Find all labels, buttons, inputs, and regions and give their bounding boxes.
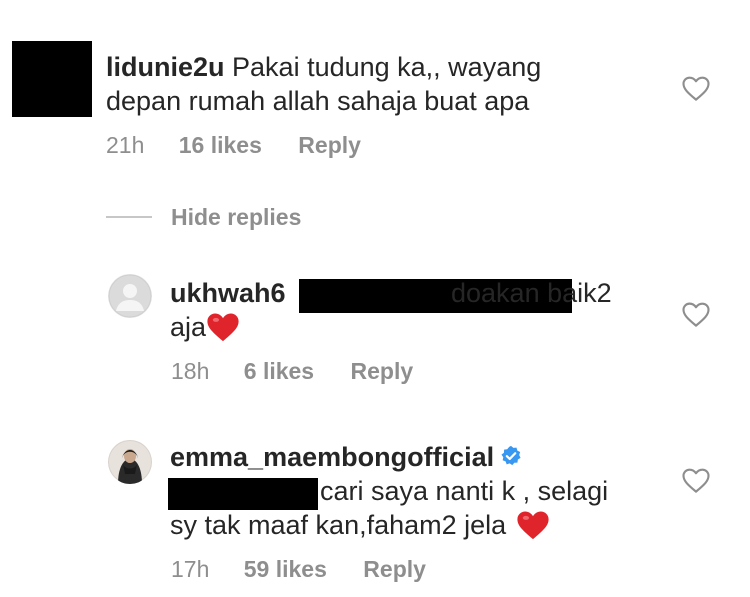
likes-count[interactable]: 6 likes (244, 358, 314, 384)
reply-line-2: aja (170, 308, 240, 346)
comment-line-2: depan rumah allah sahaja buat apa (106, 86, 530, 116)
reply-button[interactable]: Reply (351, 358, 414, 384)
reply-text-part1: cari saya nanti k , selagi (320, 476, 609, 506)
hide-replies-divider (106, 216, 152, 218)
comment-time: 21h (106, 132, 145, 158)
reply-meta: 17h 59 likes Reply (171, 556, 426, 583)
reply-line-2: sy tak maaf kan,faham2 jela (170, 506, 550, 544)
reply-text-part2: aja (170, 312, 207, 342)
reply-username[interactable]: emma_maembongofficial (170, 442, 494, 472)
avatar-default[interactable] (108, 274, 152, 318)
comment-username[interactable]: lidunie2u (106, 52, 225, 82)
reply-line-1: ukhwah6 doakan baik2 (170, 274, 650, 314)
reply-username[interactable]: ukhwah6 (170, 274, 286, 312)
likes-count[interactable]: 59 likes (244, 556, 327, 582)
red-heart-emoji-icon (517, 511, 549, 540)
reply-time: 18h (171, 358, 210, 384)
reply-time: 17h (171, 556, 210, 582)
comment-item: lidunie2u Pakai tudung ka,, wayang depan… (0, 0, 750, 175)
like-heart-icon[interactable] (681, 74, 711, 102)
like-heart-icon[interactable] (681, 300, 711, 328)
comment-meta: 21h 16 likes Reply (106, 132, 361, 159)
red-heart-emoji-icon (207, 313, 239, 342)
verified-badge-icon (501, 445, 521, 466)
reply-text-part1: doakan baik2 (451, 278, 612, 308)
like-heart-icon[interactable] (681, 466, 711, 494)
reply-button[interactable]: Reply (363, 556, 426, 582)
comment-line-1: lidunie2u Pakai tudung ka,, wayang (106, 48, 541, 86)
avatar-redacted[interactable] (12, 41, 92, 117)
hide-replies-button[interactable]: Hide replies (171, 204, 301, 231)
likes-count[interactable]: 16 likes (179, 132, 262, 158)
reply-line-1: emma_maembongofficial (170, 438, 522, 476)
avatar-photo[interactable] (108, 440, 152, 484)
profile-photo-icon (109, 441, 151, 484)
default-avatar-icon (108, 274, 152, 318)
reply-meta: 18h 6 likes Reply (171, 358, 413, 385)
reply-button[interactable]: Reply (298, 132, 361, 158)
reply-text-part2: sy tak maaf kan,faham2 jela (170, 510, 507, 540)
comment-text-part1: Pakai tudung ka,, wayang (232, 52, 542, 82)
